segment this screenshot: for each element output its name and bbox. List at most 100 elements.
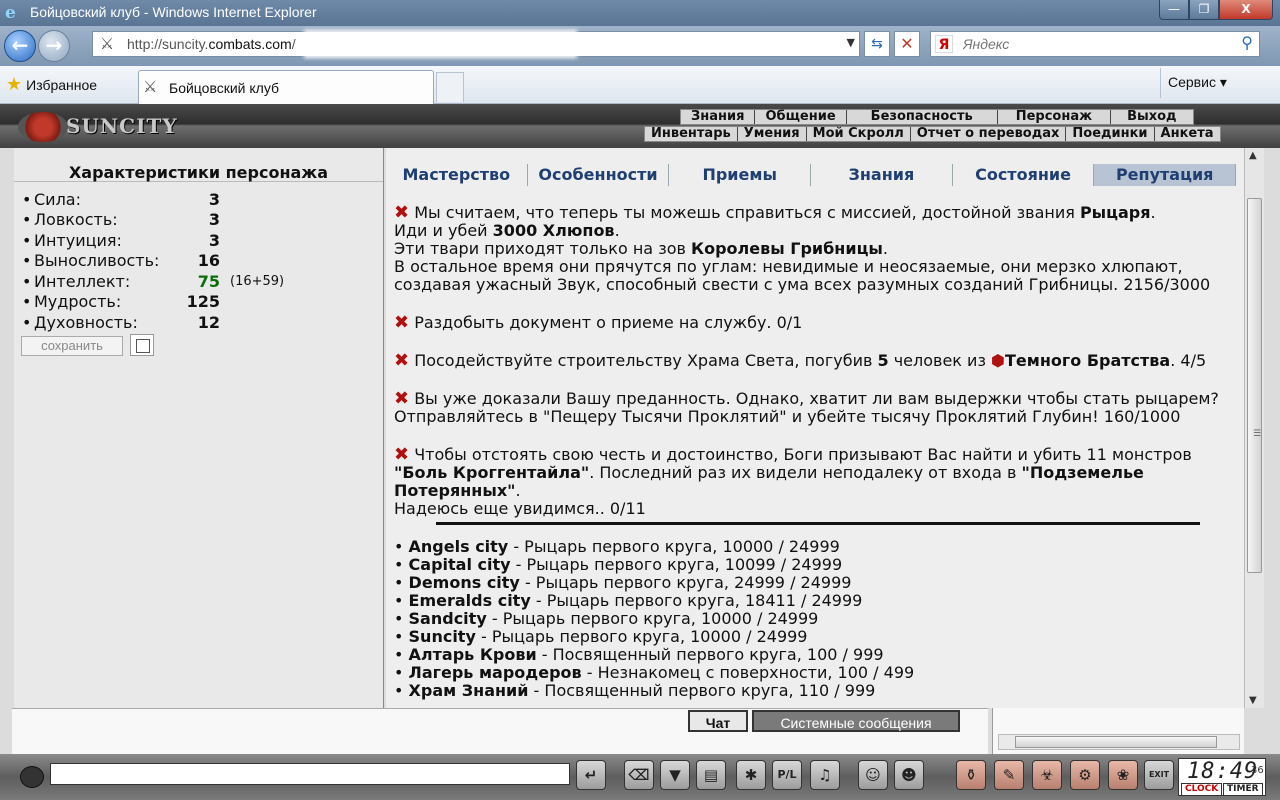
chat-head-icon[interactable]	[20, 766, 44, 788]
stop-button[interactable]: ✕	[894, 31, 920, 57]
bottom-toolbar: ↵ ⌫ ▼ ▤ ✱ P/L ♫ ☺ ☻ ⚱ ✎ ☣ ⚙ ❀ EXIT 18:49…	[0, 754, 1280, 800]
sound-button[interactable]: ♫	[810, 760, 840, 790]
emblem-icon	[18, 112, 68, 142]
new-tab-button[interactable]	[436, 72, 464, 102]
sub-menu: Инвентарь Умения Мой Скролл Отчет о пере…	[644, 126, 1221, 142]
flower-button[interactable]: ❀	[1108, 760, 1138, 790]
game-header: SUNCITY Знания Общение Безопасность Перс…	[0, 104, 1280, 148]
quest-list: ✖ Мы считаем, что теперь ты можешь справ…	[394, 204, 1244, 538]
quest-item: ✖ Посодействуйте строительству Храма Све…	[394, 350, 1207, 371]
stat-row: • Духовность: 12	[22, 313, 220, 332]
list-item: • Храм Знаний - Посвященный первого круг…	[394, 681, 876, 700]
menu-exit[interactable]: Выход	[1111, 110, 1192, 124]
url-dropdown-icon[interactable]: ▼	[847, 36, 855, 49]
vertical-scrollbar[interactable]: ▲ ☰ ▼	[1244, 148, 1264, 708]
submenu-skills[interactable]: Умения	[738, 127, 806, 141]
scroll-thumb[interactable]: ☰	[1247, 198, 1262, 573]
helmet-button[interactable]: ☻	[894, 760, 924, 790]
list-item: • Demons city - Рыцарь первого круга, 24…	[394, 573, 852, 592]
divider	[436, 522, 1200, 525]
game-page: SUNCITY Знания Общение Безопасность Перс…	[0, 104, 1280, 800]
quest-item: ✖ Вы уже доказали Вашу преданность. Одна…	[394, 388, 1219, 426]
tab-knowledge[interactable]: Знания	[811, 164, 953, 186]
exit-button[interactable]: EXIT	[1144, 760, 1174, 790]
submenu-my-scroll[interactable]: Мой Скролл	[807, 127, 910, 141]
submenu-profile[interactable]: Анкета	[1155, 127, 1220, 141]
cancel-quest-icon[interactable]: ✖	[394, 312, 409, 333]
menu-knowledge[interactable]: Знания	[681, 110, 754, 124]
tab-system-messages[interactable]: Системные сообщения	[752, 710, 960, 732]
tab-reputation[interactable]: Репутация	[1094, 164, 1237, 186]
service-menu[interactable]: Сервис ▾	[1160, 68, 1227, 98]
chat-input[interactable]	[50, 763, 570, 785]
hscroll-thumb[interactable]	[1015, 736, 1217, 748]
favorites-button[interactable]: ★ Избранное	[6, 74, 97, 96]
game-clock: 18:49 36 CLOCK TIMER	[1178, 758, 1266, 796]
timer-label[interactable]: TIMER	[1223, 783, 1263, 796]
tab-state[interactable]: Состояние	[952, 164, 1095, 186]
tab-favicon-icon: ⚔	[143, 77, 158, 96]
ie-logo-icon: e	[5, 3, 16, 23]
list-item: • Capital city - Рыцарь первого круга, 1…	[394, 555, 843, 574]
scroll-up-icon[interactable]: ▲	[1249, 150, 1257, 161]
stat-row: • Мудрость: 125	[22, 292, 220, 311]
send-button[interactable]: ↵	[576, 760, 606, 790]
tab-chat[interactable]: Чат	[688, 710, 748, 732]
stat-row: • Интеллект: 75 (16+59)	[22, 272, 285, 291]
search-input[interactable]	[963, 35, 1223, 53]
maximize-button[interactable]: ❐	[1189, 0, 1219, 20]
scroll-button[interactable]: ✎	[994, 760, 1024, 790]
stat-row: • Сила: 3	[22, 190, 220, 209]
url-redaction	[308, 34, 573, 54]
tab-techniques[interactable]: Приемы	[669, 164, 812, 186]
fighter-button[interactable]: ✱	[736, 760, 766, 790]
clock-time: 18:49	[1187, 759, 1259, 784]
bag-button[interactable]: ⚱	[956, 760, 986, 790]
scroll-down-icon[interactable]: ▼	[1249, 695, 1257, 706]
quest-item: ✖ Раздобыть документ о приеме на службу.…	[394, 312, 803, 333]
tab-label: Бойцовский клуб	[169, 80, 280, 96]
submenu-fights[interactable]: Поединки	[1066, 127, 1153, 141]
eraser-button[interactable]: ⌫	[624, 760, 654, 790]
pl-button[interactable]: P/L	[772, 760, 802, 790]
minimize-button[interactable]: —	[1159, 0, 1189, 20]
forward-button[interactable]: →	[38, 30, 70, 62]
close-window-button[interactable]: X	[1219, 0, 1273, 20]
submenu-inventory[interactable]: Инвентарь	[645, 127, 737, 141]
smiley-button[interactable]: ☺	[858, 760, 888, 790]
settings-button[interactable]: ⚙	[1070, 760, 1100, 790]
save-log-button[interactable]: ▤	[696, 760, 726, 790]
favorites-bar: ★ Избранное ⚔ Бойцовский клуб Сервис ▾	[0, 66, 1280, 104]
url-text: http://suncity.combats.com/	[127, 36, 296, 52]
browser-tab[interactable]: ⚔ Бойцовский клуб	[138, 70, 434, 104]
search-icon[interactable]: ⚲	[1241, 33, 1253, 52]
cancel-quest-icon[interactable]: ✖	[394, 202, 409, 223]
menu-character[interactable]: Персонаж	[998, 110, 1110, 124]
menu-communication[interactable]: Общение	[755, 110, 845, 124]
search-box[interactable]: Я ⚲	[930, 31, 1260, 57]
clock-label[interactable]: CLOCK	[1181, 783, 1223, 796]
tab-mastery[interactable]: Мастерство	[386, 164, 528, 186]
cancel-quest-icon[interactable]: ✖	[394, 444, 409, 465]
cancel-quest-icon[interactable]: ✖	[394, 388, 409, 409]
horizontal-scrollbar[interactable]	[998, 734, 1240, 750]
tab-features[interactable]: Особенности	[527, 164, 670, 186]
site-favicon-icon: ⚔	[99, 34, 115, 53]
clan-badge-icon: ⬢	[991, 351, 1006, 370]
yandex-logo-icon: Я	[935, 35, 953, 53]
url-field[interactable]: ⚔ http://suncity.combats.com/ ▼	[92, 31, 860, 57]
cancel-quest-icon[interactable]: ✖	[394, 350, 409, 371]
filter-button[interactable]: ▼	[660, 760, 690, 790]
character-tabs: Мастерство Особенности Приемы Знания Сос…	[386, 164, 1237, 186]
stats-title: Характеристики персонажа	[14, 164, 383, 182]
main-menu: Знания Общение Безопасность Персонаж Вых…	[680, 109, 1194, 125]
submenu-transfer-report[interactable]: Отчет о переводах	[911, 127, 1066, 141]
save-button[interactable]: сохранить	[21, 336, 123, 356]
mask-button[interactable]: ☣	[1032, 760, 1062, 790]
option-checkbox[interactable]	[130, 334, 154, 356]
menu-security[interactable]: Безопасность	[847, 110, 997, 124]
star-icon: ★	[6, 74, 23, 94]
back-button[interactable]: ←	[4, 30, 36, 62]
reputation-panel: Мастерство Особенности Приемы Знания Сос…	[386, 148, 1244, 708]
refresh-button[interactable]: ⇆	[864, 31, 890, 57]
